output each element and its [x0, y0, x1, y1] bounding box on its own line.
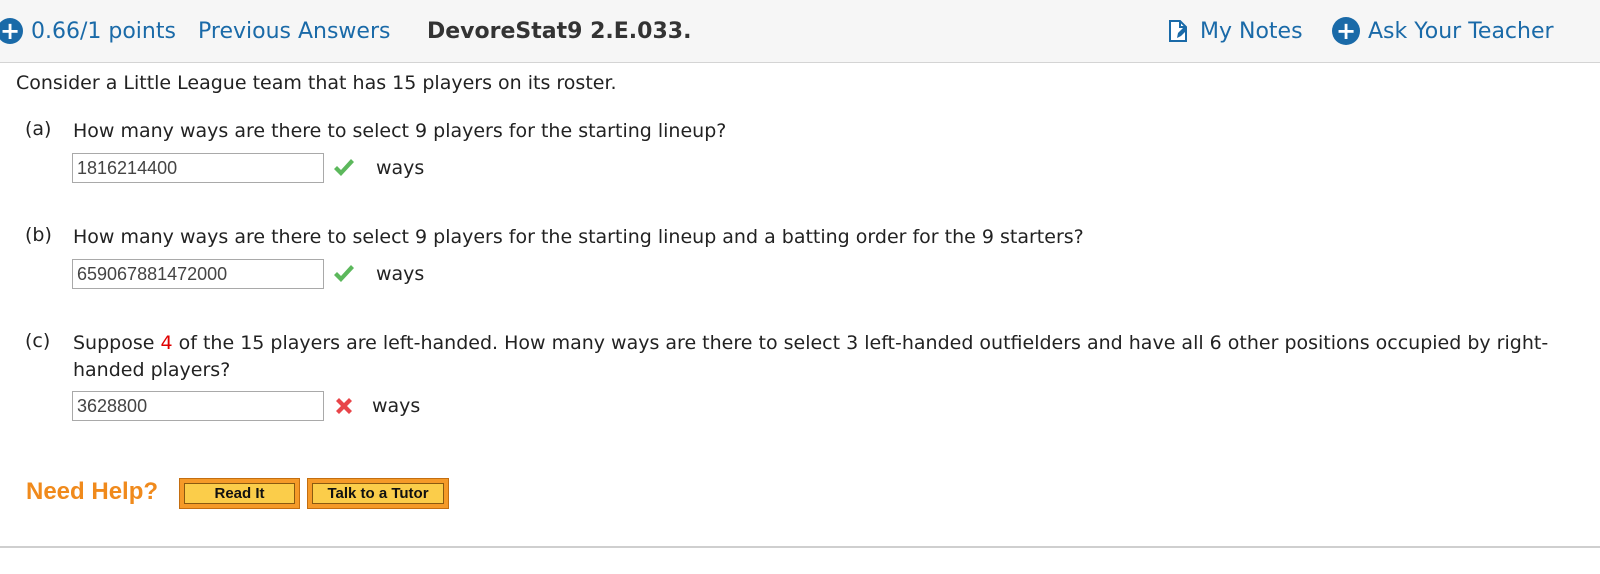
part-question: How many ways are there to select 9 play… [73, 120, 727, 142]
part-question: How many ways are there to select 9 play… [73, 226, 1084, 248]
need-help-label: Need Help? [26, 478, 159, 505]
answer-row: ways [72, 391, 420, 421]
previous-answers-link[interactable]: Previous Answers [198, 0, 390, 62]
part-letter: (c) [25, 330, 51, 352]
highlighted-number: 4 [160, 332, 173, 354]
answer-row: ways [72, 153, 424, 183]
talk-to-tutor-button[interactable]: Talk to a Tutor [307, 478, 449, 509]
question-text: Suppose [73, 332, 161, 354]
plus-circle-icon: + [0, 18, 23, 44]
ask-teacher-link[interactable]: + Ask Your Teacher [1332, 0, 1554, 62]
checkmark-icon [334, 265, 354, 282]
read-it-button[interactable]: Read It [179, 478, 300, 509]
talk-to-tutor-label: Talk to a Tutor [312, 483, 444, 504]
plus-circle-icon: + [1332, 17, 1360, 45]
score-toggle[interactable]: + 0.66/1 points [0, 0, 176, 62]
problem-id: DevoreStat9 2.E.033. [427, 18, 692, 44]
unit-label: ways [376, 263, 425, 285]
part-letter: (b) [25, 224, 52, 246]
question-header: + 0.66/1 points Previous Answers DevoreS… [0, 0, 1600, 63]
unit-label: ways [376, 157, 425, 179]
my-notes-link[interactable]: My Notes [1168, 0, 1303, 62]
ask-teacher-label: Ask Your Teacher [1368, 18, 1554, 44]
answer-input-c[interactable] [72, 391, 324, 421]
checkmark-icon [334, 159, 354, 176]
answer-input-a[interactable] [72, 153, 324, 183]
question-text: of the 15 players are left-handed. How m… [73, 332, 1549, 381]
part-letter: (a) [25, 118, 52, 140]
read-it-label: Read It [184, 483, 295, 504]
part-question: Suppose 4 of the 15 players are left-han… [73, 330, 1563, 384]
answer-input-b[interactable] [72, 259, 324, 289]
my-notes-label: My Notes [1200, 18, 1303, 44]
note-icon [1169, 20, 1187, 42]
answer-row: ways [72, 259, 424, 289]
score-text: 0.66/1 points [31, 18, 176, 44]
unit-label: ways [372, 395, 421, 417]
problem-intro: Consider a Little League team that has 1… [16, 72, 617, 94]
x-mark-icon [336, 398, 352, 414]
divider [0, 546, 1600, 548]
